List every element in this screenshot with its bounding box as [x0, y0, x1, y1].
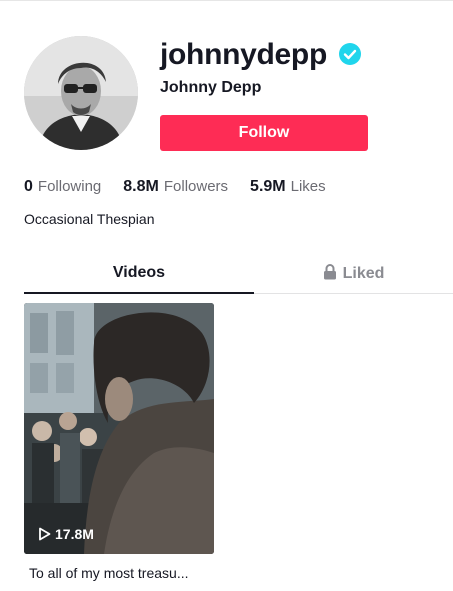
avatar[interactable] — [24, 36, 138, 150]
following-stat[interactable]: 0 Following — [24, 178, 101, 196]
following-count: 0 — [24, 178, 33, 195]
profile-stats: 0 Following 8.8M Followers 5.9M Likes — [24, 178, 348, 196]
likes-label: Likes — [290, 178, 326, 195]
video-thumbnail-image — [24, 303, 214, 554]
profile-username: johnnydepp — [160, 38, 327, 71]
profile-display-name: Johnny Depp — [160, 79, 262, 96]
follow-button[interactable]: Follow — [160, 115, 368, 151]
tab-liked[interactable]: Liked — [254, 264, 453, 283]
play-icon — [39, 527, 51, 541]
video-caption[interactable]: To all of my most treasu... — [29, 565, 189, 581]
following-label: Following — [37, 178, 102, 195]
profile-bio: Occasional Thespian — [24, 211, 155, 227]
active-tab-indicator — [24, 292, 254, 294]
video-view-count: 17.8M — [38, 526, 94, 542]
video-views-text: 17.8M — [55, 526, 94, 542]
tab-liked-label: Liked — [342, 265, 385, 282]
followers-count: 8.8M — [123, 178, 159, 195]
likes-stat: 5.9M Likes — [250, 178, 326, 196]
followers-stat[interactable]: 8.8M Followers — [123, 178, 228, 196]
verified-badge-icon — [339, 43, 361, 65]
followers-label: Followers — [163, 178, 229, 195]
video-thumbnail[interactable]: 17.8M — [24, 303, 214, 554]
tab-videos[interactable]: Videos — [24, 264, 254, 282]
likes-count: 5.9M — [250, 178, 286, 195]
top-divider — [0, 0, 453, 1]
lock-icon — [323, 264, 336, 280]
